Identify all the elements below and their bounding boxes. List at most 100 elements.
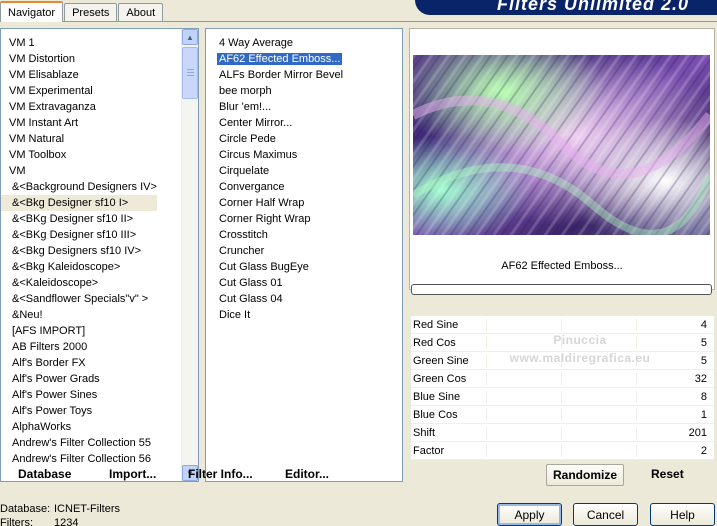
category-item[interactable]: Andrew's Filter Collection 55 xyxy=(1,435,157,451)
filter-list[interactable]: 4 Way Average AF62 Effected Emboss... ALFs… xyxy=(205,28,403,482)
editor-button[interactable]: Editor... xyxy=(285,467,329,481)
filter-item-label: Cirquelate xyxy=(219,165,270,177)
filter-item[interactable]: Cut Glass 04 xyxy=(206,291,345,307)
category-item[interactable]: VM 1 xyxy=(1,35,157,51)
progress-bar xyxy=(411,284,712,295)
filter-item[interactable]: Corner Right Wrap xyxy=(206,211,345,227)
param-label: Green Sine xyxy=(413,354,469,367)
database-value: ICNET-Filters xyxy=(54,503,120,515)
category-item[interactable]: &<Sandflower Specials"v" > xyxy=(1,291,157,307)
import-button[interactable]: Import... xyxy=(109,467,156,481)
filter-preview-image xyxy=(413,55,710,235)
param-value: 5 xyxy=(700,354,707,367)
param-label: Blue Sine xyxy=(413,390,461,403)
param-label: Blue Cos xyxy=(413,408,458,421)
param-label: Green Cos xyxy=(413,372,467,385)
category-item[interactable]: VM Distortion xyxy=(1,51,157,67)
filter-item-label: ALFs Border Mirror Bevel xyxy=(219,69,344,81)
filter-info-button[interactable]: Filter Info... xyxy=(188,467,253,481)
navigator-panel: VM 1 VM Distortion VM Elisablaze VM Experim… xyxy=(0,21,717,489)
cancel-button[interactable]: Cancel xyxy=(573,503,638,526)
param-value: 32 xyxy=(694,372,707,385)
param-label: Red Cos xyxy=(413,336,456,349)
category-item[interactable]: AB Filters 2000 xyxy=(1,339,157,355)
tab-about[interactable]: About xyxy=(118,3,164,22)
randomize-button[interactable]: Randomize xyxy=(546,464,625,486)
help-button[interactable]: Help xyxy=(650,503,715,526)
watermark: Pinuccia www.maldiregrafica.eu xyxy=(509,333,651,365)
category-item[interactable]: &<BKg Designer sf10 III> xyxy=(1,227,157,243)
filter-item-label: Corner Half Wrap xyxy=(219,197,305,209)
category-item[interactable]: Alf's Border FX xyxy=(1,355,157,371)
param-label: Factor xyxy=(413,444,445,457)
filter-item[interactable]: Cirquelate xyxy=(206,163,345,179)
category-item[interactable]: Alf's Power Grads xyxy=(1,371,157,387)
filter-item-label: AF62 Effected Emboss... xyxy=(217,53,343,65)
category-item[interactable]: [AFS IMPORT] xyxy=(1,323,157,339)
filter-item-label: Center Mirror... xyxy=(219,117,293,129)
filter-item[interactable]: ALFs Border Mirror Bevel xyxy=(206,67,345,83)
category-item[interactable]: Alf's Power Sines xyxy=(1,387,157,403)
category-scrollbar[interactable]: ▲ ▼ xyxy=(181,29,198,481)
category-item[interactable]: &<Bkg Kaleidoscope> xyxy=(1,259,157,275)
param-slider-blue-sine[interactable]: Blue Sine 8 xyxy=(411,388,714,406)
filter-item[interactable]: Circus Maximus xyxy=(206,147,345,163)
category-item[interactable]: &<Bkg Designers sf10 IV> xyxy=(1,243,157,259)
category-item[interactable]: VM xyxy=(1,163,157,179)
tab-presets[interactable]: Presets xyxy=(64,3,118,22)
category-item[interactable]: &<Background Designers IV> xyxy=(1,179,157,195)
filter-item-label: Cut Glass 01 xyxy=(219,277,283,289)
category-item[interactable]: Alf's Power Toys xyxy=(1,403,157,419)
param-slider-green-cos[interactable]: Green Cos 32 xyxy=(411,370,714,388)
filter-item[interactable]: Convergance xyxy=(206,179,345,195)
filter-item[interactable]: bee morph xyxy=(206,83,345,99)
category-item[interactable]: &<Bkg Designer sf10 I> xyxy=(1,195,157,211)
param-value: 8 xyxy=(700,390,707,403)
filter-item-label: Circus Maximus xyxy=(219,149,298,161)
filter-item[interactable]: Cut Glass 01 xyxy=(206,275,345,291)
filter-item-label: Cruncher xyxy=(219,245,265,257)
param-value: 1 xyxy=(700,408,707,421)
category-item[interactable]: VM Natural xyxy=(1,131,157,147)
filter-item-label: Blur 'em!... xyxy=(219,101,272,113)
apply-button[interactable]: Apply xyxy=(497,503,562,526)
preview-frame xyxy=(409,28,715,290)
filter-item[interactable]: Cruncher xyxy=(206,243,345,259)
filter-item[interactable]: Cut Glass BugEye xyxy=(206,259,345,275)
filter-item[interactable]: AF62 Effected Emboss... xyxy=(206,51,345,67)
param-slider-blue-cos[interactable]: Blue Cos 1 xyxy=(411,406,714,424)
scroll-thumb[interactable] xyxy=(182,47,198,99)
category-item[interactable]: &<BKg Designer sf10 II> xyxy=(1,211,157,227)
filter-item[interactable]: Dice It xyxy=(206,307,345,323)
tab-navigator[interactable]: Navigator xyxy=(0,1,64,22)
database-label: Database: xyxy=(0,503,51,515)
category-item[interactable]: VM Extravaganza xyxy=(1,99,157,115)
category-item[interactable]: VM Experimental xyxy=(1,83,157,99)
scroll-up-arrow-icon[interactable]: ▲ xyxy=(182,29,198,45)
banner-title: Filters Unlimited 2.0 xyxy=(496,0,689,14)
reset-button[interactable]: Reset xyxy=(651,467,684,481)
category-item[interactable]: VM Toolbox xyxy=(1,147,157,163)
filter-item-label: Cut Glass 04 xyxy=(219,293,283,305)
param-slider-shift[interactable]: Shift 201 xyxy=(411,424,714,442)
filter-item[interactable]: Corner Half Wrap xyxy=(206,195,345,211)
filter-item-label: Circle Pede xyxy=(219,133,276,145)
category-item[interactable]: AlphaWorks xyxy=(1,419,157,435)
param-slider-factor[interactable]: Factor 2 xyxy=(411,442,714,460)
database-button[interactable]: Database xyxy=(18,467,71,481)
preview-filter-name: AF62 Effected Emboss... xyxy=(501,260,623,272)
category-list[interactable]: VM 1 VM Distortion VM Elisablaze VM Experim… xyxy=(0,28,199,482)
filter-item[interactable]: Crosstitch xyxy=(206,227,345,243)
filter-item[interactable]: Center Mirror... xyxy=(206,115,345,131)
category-item[interactable]: VM Instant Art xyxy=(1,115,157,131)
title-banner: Filters Unlimited 2.0 xyxy=(415,0,717,15)
category-items: VM 1 VM Distortion VM Elisablaze VM Experim… xyxy=(1,35,157,467)
action-row: Database Import... Filter Info... Editor… xyxy=(0,462,717,490)
category-item[interactable]: VM Elisablaze xyxy=(1,67,157,83)
category-item[interactable]: &<Kaleidoscope> xyxy=(1,275,157,291)
category-item[interactable]: &Neu! xyxy=(1,307,157,323)
filter-item[interactable]: 4 Way Average xyxy=(206,35,345,51)
filter-item[interactable]: Blur 'em!... xyxy=(206,99,345,115)
filter-item[interactable]: Circle Pede xyxy=(206,131,345,147)
filter-item-label: Convergance xyxy=(219,181,285,193)
